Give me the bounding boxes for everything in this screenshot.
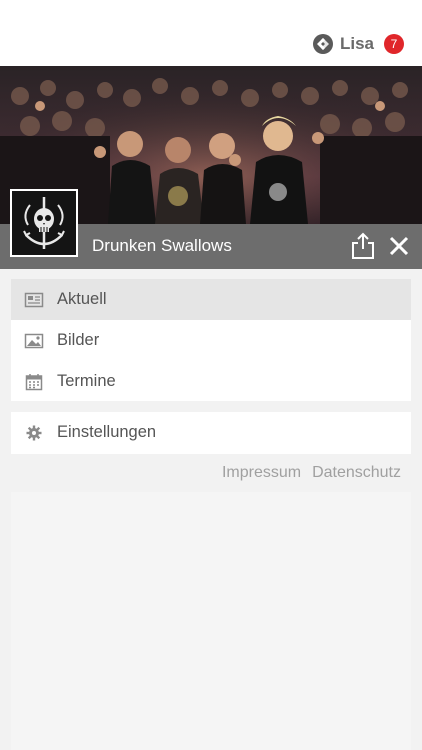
user-menu[interactable]: Lisa 7 (312, 32, 404, 56)
menu-item-einstellungen[interactable]: Einstellungen (11, 412, 411, 453)
share-icon[interactable] (350, 232, 376, 260)
newspaper-icon (24, 290, 44, 310)
app-logo-icon (312, 34, 333, 54)
image-icon (24, 331, 44, 351)
impressum-link[interactable]: Impressum (222, 464, 301, 482)
skull-anchor-logo (12, 191, 76, 255)
menu-item-label: Termine (57, 372, 116, 390)
band-avatar (10, 189, 78, 257)
menu-item-label: Einstellungen (57, 423, 157, 441)
main-menu: Aktuell Bilder Termine (11, 279, 411, 401)
user-name: Lisa (339, 34, 374, 53)
menu-item-bilder[interactable]: Bilder (11, 320, 411, 361)
band-name: Drunken Swallows (92, 236, 232, 255)
gear-icon (24, 423, 44, 443)
menu-item-label: Bilder (57, 331, 100, 349)
datenschutz-link[interactable]: Datenschutz (312, 464, 401, 482)
settings-menu: Einstellungen (11, 412, 411, 454)
top-bar: Lisa 7 (0, 0, 422, 66)
footer-links: Impressum Datenschutz (222, 464, 401, 482)
menu-item-termine[interactable]: Termine (11, 361, 411, 402)
notification-badge[interactable]: 7 (384, 34, 404, 54)
menu-item-aktuell[interactable]: Aktuell (11, 279, 411, 320)
close-icon[interactable] (388, 235, 410, 257)
menu-item-label: Aktuell (57, 290, 107, 308)
content-area (11, 492, 411, 750)
calendar-icon (24, 372, 44, 392)
